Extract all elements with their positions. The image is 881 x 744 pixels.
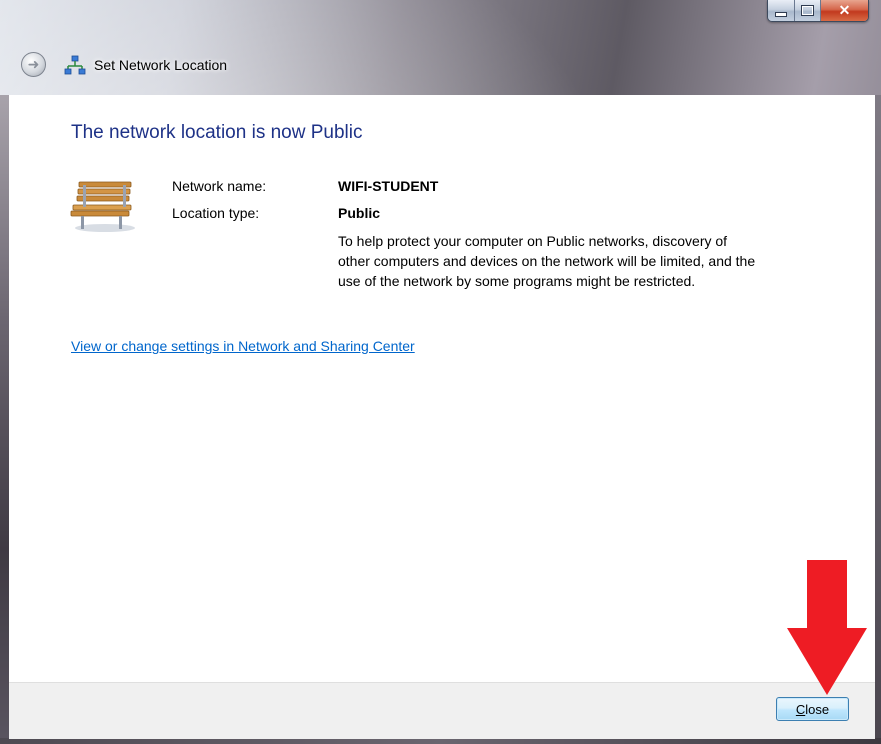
- maximize-button[interactable]: [795, 0, 821, 21]
- back-arrow-icon: ➜: [27, 56, 40, 72]
- window-border-right: [875, 95, 881, 744]
- close-button-mnemonic: C: [795, 701, 806, 717]
- network-icon: [64, 55, 86, 75]
- location-type-value: Public: [338, 205, 381, 221]
- window-title: Set Network Location: [94, 57, 228, 73]
- minimize-button[interactable]: [768, 0, 795, 21]
- content-area: The network location is now Public Netwo…: [9, 95, 875, 682]
- close-window-button[interactable]: ✕: [821, 0, 868, 21]
- dialog-footer: Close: [9, 682, 875, 739]
- window-border-left: [0, 95, 9, 744]
- network-sharing-center-link[interactable]: View or change settings in Network and S…: [71, 338, 415, 354]
- page-heading: The network location is now Public: [71, 122, 363, 143]
- red-down-arrow: [787, 560, 867, 695]
- maximize-icon: [801, 5, 814, 16]
- close-button-label-rest: lose: [805, 701, 830, 717]
- close-button[interactable]: Close: [776, 697, 849, 721]
- minimize-icon: [775, 12, 787, 17]
- network-name-value: WIFI-STUDENT: [338, 178, 439, 194]
- park-bench-icon: [70, 181, 135, 232]
- network-name-label: Network name:: [172, 178, 267, 194]
- public-network-description: To help protect your computer on Public …: [338, 233, 756, 289]
- caption-buttons: ✕: [767, 0, 869, 22]
- location-type-label: Location type:: [172, 205, 260, 221]
- back-button[interactable]: ➜: [21, 52, 46, 77]
- close-icon: ✕: [838, 2, 851, 18]
